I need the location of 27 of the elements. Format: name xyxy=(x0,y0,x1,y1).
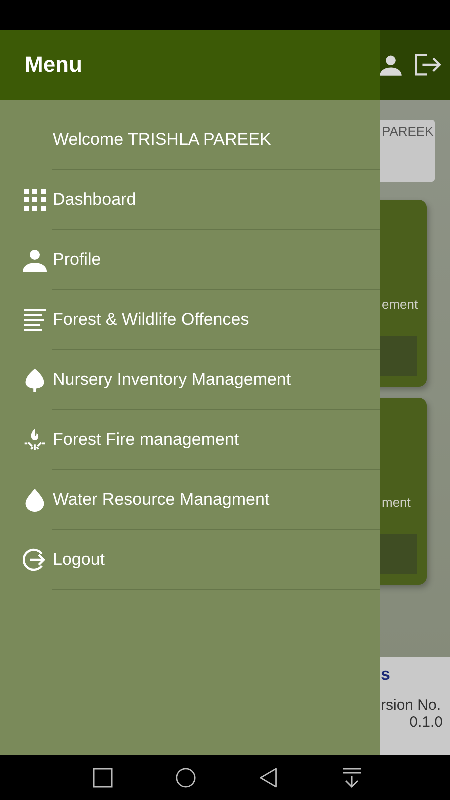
logout-icon xyxy=(23,548,47,572)
menu-item[interactable]: Forest Fire management xyxy=(0,410,380,470)
menu-item[interactable]: Water Resource Managment xyxy=(0,470,380,530)
menu-item[interactable]: Dashboard xyxy=(0,170,380,230)
logout-icon[interactable] xyxy=(412,52,442,78)
menu-item[interactable]: Nursery Inventory Management xyxy=(0,350,380,410)
notification-pull-icon[interactable] xyxy=(342,768,362,788)
version-label: rsion No. xyxy=(381,697,442,714)
leaf-icon xyxy=(23,368,47,392)
list-icon xyxy=(23,308,47,332)
grid-icon xyxy=(23,188,47,212)
menu-item[interactable]: Forest & Wildlife Offences xyxy=(0,290,380,350)
drawer-title: Menu xyxy=(25,52,82,78)
user-name: PAREEK xyxy=(382,124,434,139)
menu-item[interactable]: Logout xyxy=(0,530,380,590)
water-drop-icon xyxy=(23,488,47,512)
footer-title: s xyxy=(381,665,392,685)
campfire-icon xyxy=(23,428,47,452)
back-icon[interactable] xyxy=(259,768,279,788)
welcome-text: Welcome TRISHLA PAREEK xyxy=(53,130,272,150)
person-icon xyxy=(23,248,47,272)
card-title: ement xyxy=(382,297,418,312)
square-icon[interactable] xyxy=(93,768,113,788)
menu-item[interactable]: Profile xyxy=(0,230,380,290)
home-icon[interactable] xyxy=(176,768,196,788)
version-number: 0.1.0 xyxy=(408,714,443,731)
card-title: ment xyxy=(382,495,411,510)
